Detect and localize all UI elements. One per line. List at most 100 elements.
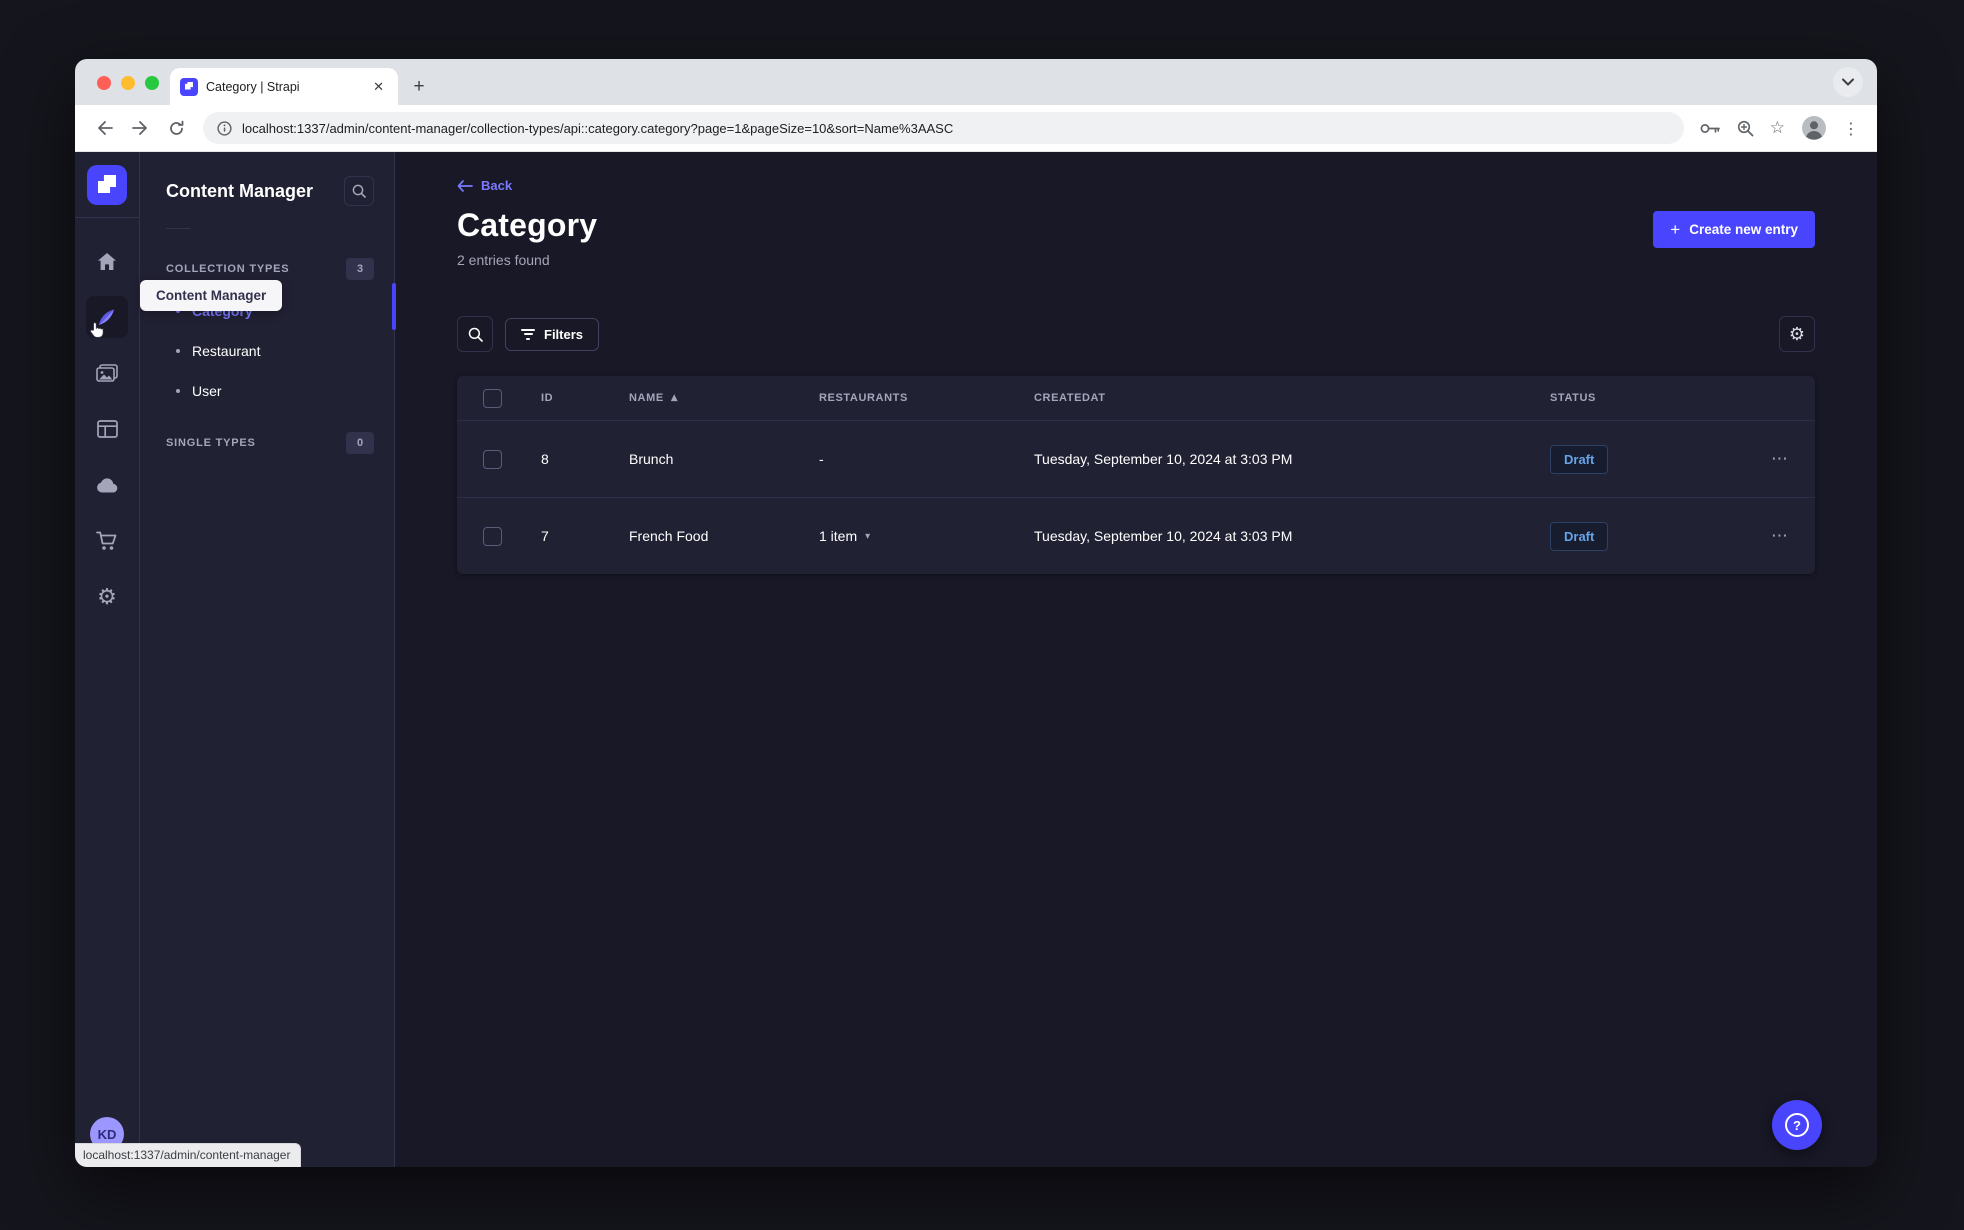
cloud-icon	[96, 478, 117, 493]
row-actions-menu-icon[interactable]: ⋯	[1745, 449, 1815, 469]
forward-button[interactable]	[125, 113, 155, 143]
address-bar[interactable]: localhost:1337/admin/content-manager/col…	[203, 112, 1684, 144]
gear-icon: ⚙	[1788, 323, 1806, 345]
sidebar-item-settings[interactable]: ⚙	[86, 576, 128, 618]
subnav-item-user[interactable]: User	[166, 371, 374, 411]
browser-toolbar: localhost:1337/admin/content-manager/col…	[75, 105, 1877, 152]
row-checkbox[interactable]	[483, 526, 502, 546]
row-checkbox[interactable]	[483, 449, 502, 469]
entries-table: ID NAME ▲ RESTAURANTS CREATEDAT STATUS 8 …	[457, 376, 1815, 574]
entries-count: 2 entries found	[457, 252, 550, 268]
chevron-down-icon	[1842, 78, 1854, 86]
gear-icon: ⚙	[97, 584, 117, 610]
reload-button[interactable]	[161, 113, 191, 143]
column-header-createdat[interactable]: CREATEDAT	[1034, 392, 1550, 404]
sidebar-icon-rail: ⚙	[86, 240, 128, 618]
new-tab-button[interactable]: +	[404, 72, 434, 102]
sidebar-item-content-manager[interactable]	[86, 296, 128, 338]
row-actions-menu-icon[interactable]: ⋯	[1745, 526, 1815, 546]
cell-id: 7	[541, 528, 549, 544]
tab-title: Category | Strapi	[206, 79, 300, 94]
mouse-cursor-icon	[88, 321, 105, 340]
cell-restaurants[interactable]: 1 item ▾	[819, 528, 1034, 544]
create-new-entry-button[interactable]: + Create new entry	[1653, 211, 1815, 248]
view-settings-button[interactable]: ⚙	[1779, 316, 1815, 352]
sort-ascending-icon: ▲	[670, 393, 679, 403]
filter-icon	[521, 328, 535, 340]
collection-types-label: COLLECTION TYPES	[166, 263, 290, 275]
tab-strip: Category | Strapi ✕ +	[75, 59, 1877, 105]
collection-types-section-header: COLLECTION TYPES 3	[166, 255, 374, 283]
main-navigation-sidebar: ⚙ KD	[75, 152, 140, 1167]
single-types-count-badge: 0	[346, 432, 374, 454]
back-link[interactable]: Back	[457, 178, 512, 193]
column-header-status[interactable]: STATUS	[1550, 392, 1745, 404]
subnav-item-restaurant[interactable]: Restaurant	[166, 331, 374, 371]
question-mark-icon: ?	[1785, 1113, 1809, 1137]
table-action-bar: Filters ⚙	[457, 316, 1815, 352]
cell-id: 8	[541, 451, 549, 467]
sidebar-item-content-type-builder[interactable]	[86, 408, 128, 450]
table-search-button[interactable]	[457, 316, 493, 352]
subnav-title: Content Manager	[166, 180, 314, 201]
table-header-row: ID NAME ▲ RESTAURANTS CREATEDAT STATUS	[457, 376, 1815, 420]
back-arrow-icon	[97, 121, 113, 135]
plus-icon: +	[1670, 220, 1681, 239]
table-row[interactable]: 8 Brunch - Tuesday, September 10, 2024 a…	[457, 420, 1815, 497]
bookmark-star-icon[interactable]: ☆	[1770, 118, 1785, 138]
link-preview-status-bar: localhost:1337/admin/content-manager	[75, 1143, 302, 1167]
strapi-admin-app: ⚙ KD Content Manager COLLECTION TYPES 3	[75, 152, 1877, 1167]
single-types-label: SINGLE TYPES	[166, 437, 256, 449]
zoom-icon[interactable]	[1737, 120, 1754, 137]
divider	[166, 228, 190, 229]
cell-createdat: Tuesday, September 10, 2024 at 3:03 PM	[1034, 528, 1293, 544]
content-manager-tooltip: Content Manager	[140, 280, 283, 311]
sidebar-item-marketplace[interactable]	[86, 520, 128, 562]
tab-close-icon[interactable]: ✕	[369, 77, 388, 97]
search-icon	[352, 184, 366, 198]
cell-restaurants: -	[819, 451, 824, 467]
bullet-icon	[176, 389, 180, 393]
select-all-checkbox[interactable]	[483, 388, 502, 408]
page-title: Category	[457, 207, 598, 243]
main-content: Back Category 2 entries found + Create n…	[395, 152, 1877, 1167]
column-header-restaurants[interactable]: RESTAURANTS	[819, 392, 1034, 404]
sidebar-item-cloud[interactable]	[86, 464, 128, 506]
column-header-name[interactable]: NAME ▲	[629, 392, 819, 404]
cell-createdat: Tuesday, September 10, 2024 at 3:03 PM	[1034, 451, 1293, 467]
subnav-search-button[interactable]	[344, 176, 374, 206]
cell-name: French Food	[629, 528, 709, 544]
single-types-section-header: SINGLE TYPES 0	[166, 429, 374, 457]
site-info-icon[interactable]	[217, 120, 232, 136]
window-minimize-button[interactable]	[121, 76, 135, 90]
toolbar-actions: ☆ ⋮	[1696, 115, 1863, 141]
tab-search-button[interactable]	[1833, 67, 1863, 97]
home-icon	[98, 252, 116, 270]
passwords-key-icon[interactable]	[1700, 122, 1721, 135]
reload-icon	[169, 120, 183, 135]
chevron-down-icon: ▾	[865, 530, 871, 542]
status-badge: Draft	[1550, 444, 1609, 474]
window-zoom-button[interactable]	[145, 76, 159, 90]
back-arrow-icon	[457, 179, 473, 192]
sidebar-item-media-library[interactable]	[86, 352, 128, 394]
help-button[interactable]: ?	[1772, 1100, 1822, 1150]
back-button[interactable]	[89, 113, 119, 143]
status-badge: Draft	[1550, 521, 1609, 551]
bullet-icon	[176, 349, 180, 353]
url-text: localhost:1337/admin/content-manager/col…	[242, 120, 954, 136]
column-header-id[interactable]: ID	[541, 392, 629, 404]
media-library-icon	[96, 363, 118, 382]
sidebar-item-home[interactable]	[86, 240, 128, 282]
search-icon	[468, 327, 483, 342]
window-close-button[interactable]	[97, 76, 111, 90]
filters-button[interactable]: Filters	[505, 317, 600, 351]
table-row[interactable]: 7 French Food 1 item ▾ Tuesday, Septembe…	[457, 497, 1815, 574]
cell-name: Brunch	[629, 451, 674, 467]
browser-tab[interactable]: Category | Strapi ✕	[170, 68, 398, 105]
shopping-cart-icon	[96, 531, 117, 550]
profile-avatar-icon[interactable]	[1801, 115, 1827, 141]
browser-menu-icon[interactable]: ⋮	[1843, 119, 1859, 138]
strapi-logo[interactable]	[87, 165, 127, 205]
browser-window: Category | Strapi ✕ + localhost:1337/adm…	[75, 59, 1877, 1167]
